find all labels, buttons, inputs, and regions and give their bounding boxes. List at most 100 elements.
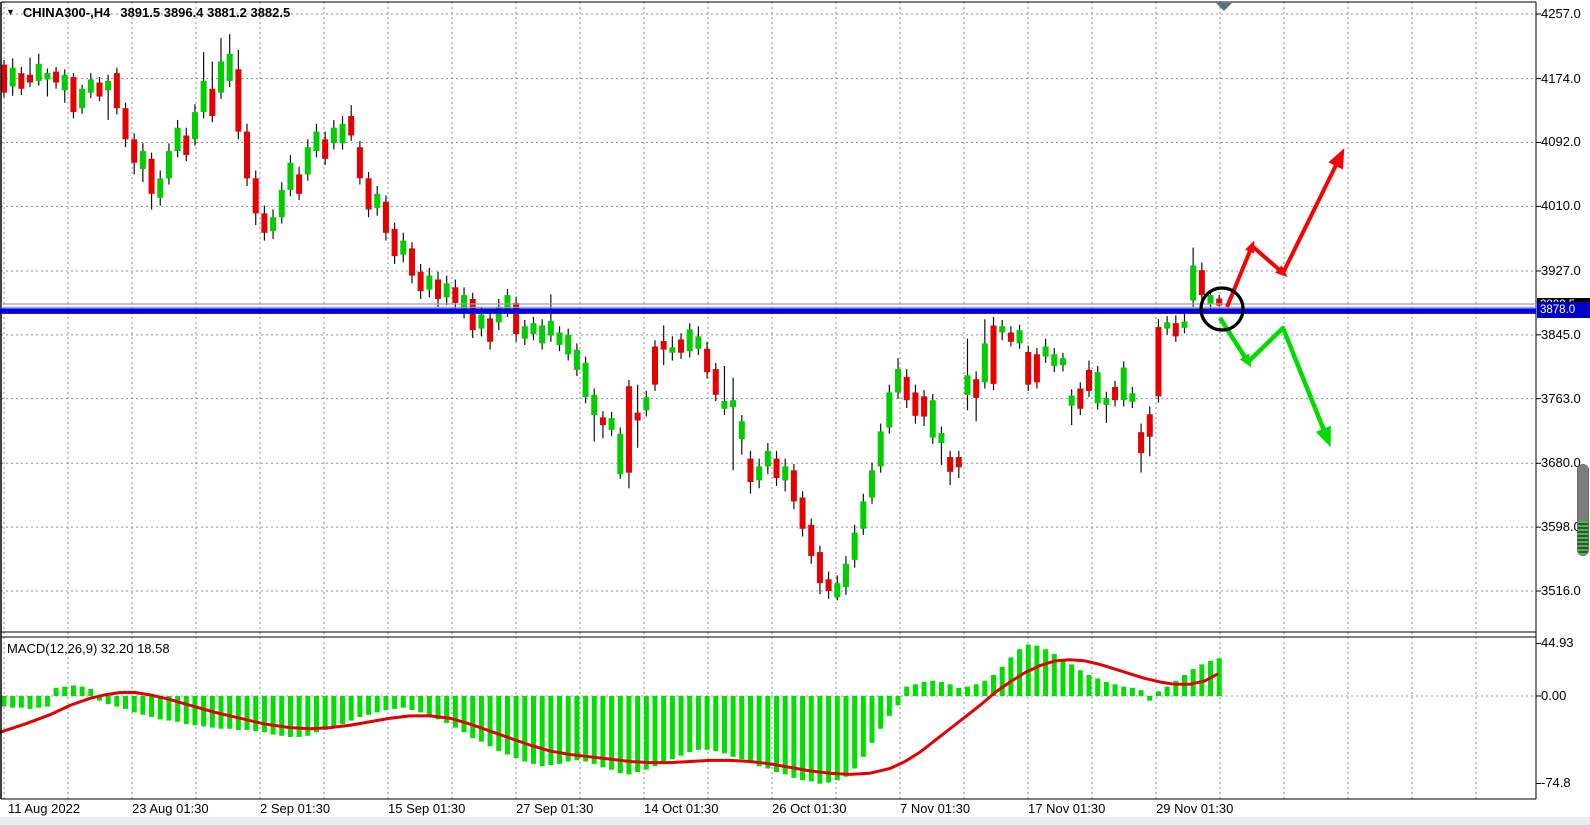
macd-histogram-bar bbox=[479, 696, 484, 742]
candle bbox=[921, 396, 927, 416]
macd-histogram-bar bbox=[375, 696, 380, 712]
macd-histogram-bar bbox=[114, 696, 119, 707]
candle bbox=[973, 379, 979, 398]
ohlc-values: 3891.5 3896.4 3881.2 3882.5 bbox=[120, 5, 290, 20]
candle bbox=[756, 466, 762, 480]
candle bbox=[279, 190, 285, 217]
candle bbox=[635, 413, 641, 421]
candle bbox=[730, 400, 736, 407]
candle bbox=[669, 347, 675, 352]
candle bbox=[287, 163, 293, 190]
macd-histogram-bar bbox=[470, 696, 475, 738]
candle bbox=[1, 65, 7, 93]
price-axis-label: 3516.0 bbox=[1541, 584, 1589, 598]
candle bbox=[209, 89, 215, 116]
macd-histogram-bar bbox=[340, 696, 345, 724]
macd-histogram-bar bbox=[1165, 687, 1170, 696]
macd-histogram-bar bbox=[323, 696, 328, 730]
macd-axis-label: 44.93 bbox=[1541, 636, 1589, 650]
candle bbox=[878, 431, 884, 466]
macd-histogram-bar bbox=[409, 696, 414, 710]
candle bbox=[583, 363, 589, 397]
time-axis-label: 15 Sep 01:30 bbox=[388, 801, 465, 816]
chart-canvas[interactable] bbox=[0, 0, 1590, 825]
macd-histogram-bar bbox=[922, 682, 927, 696]
macd-histogram-bar bbox=[739, 696, 744, 759]
macd-histogram-bar bbox=[462, 696, 467, 732]
candle bbox=[600, 417, 606, 425]
macd-histogram-bar bbox=[913, 684, 918, 696]
time-axis-label: 2 Sep 01:30 bbox=[260, 801, 330, 816]
candle bbox=[348, 116, 354, 135]
candle bbox=[70, 77, 76, 112]
chart-title: ▼CHINA300-,H43891.5 3896.4 3881.2 3882.5 bbox=[6, 5, 290, 20]
macd-histogram-bar bbox=[705, 696, 710, 750]
macd-histogram-bar bbox=[514, 696, 519, 758]
time-axis-label: 7 Nov 01:30 bbox=[900, 801, 970, 816]
macd-histogram-bar bbox=[661, 696, 666, 763]
candle bbox=[548, 321, 554, 336]
macd-histogram-bar bbox=[1087, 675, 1092, 696]
price-axis-label: 3845.0 bbox=[1541, 328, 1589, 342]
macd-histogram-bar bbox=[878, 696, 883, 729]
candle bbox=[227, 54, 233, 81]
candle bbox=[1086, 370, 1092, 391]
macd-histogram-bar bbox=[140, 696, 145, 715]
candle bbox=[149, 159, 155, 194]
candle bbox=[366, 178, 372, 209]
candle bbox=[1190, 266, 1196, 301]
candle bbox=[626, 386, 632, 472]
symbol-dropdown-icon[interactable]: ▼ bbox=[6, 7, 15, 17]
candle bbox=[452, 287, 458, 303]
candle bbox=[591, 395, 597, 415]
candle bbox=[157, 178, 163, 197]
macd-histogram-bar bbox=[870, 696, 875, 743]
candle bbox=[721, 401, 727, 409]
price-axis-label: 3763.0 bbox=[1541, 392, 1589, 406]
candle bbox=[930, 400, 936, 437]
candle bbox=[999, 326, 1005, 332]
scrollbar-grip[interactable] bbox=[1578, 465, 1588, 521]
macd-histogram-bar bbox=[843, 696, 848, 777]
candle bbox=[617, 434, 623, 474]
candle bbox=[982, 343, 988, 382]
candle bbox=[435, 280, 441, 299]
candle bbox=[1199, 270, 1205, 295]
macd-histogram-bar bbox=[236, 696, 241, 730]
candle bbox=[843, 564, 849, 587]
candle bbox=[704, 349, 710, 372]
macd-axis-label: -74.8 bbox=[1541, 776, 1589, 790]
candle bbox=[1129, 393, 1135, 402]
macd-histogram-bar bbox=[531, 696, 536, 764]
candle bbox=[747, 459, 753, 482]
candle bbox=[96, 83, 102, 97]
macd-histogram-bar bbox=[401, 696, 406, 708]
macd-histogram-bar bbox=[861, 696, 866, 757]
scrollbar-thumb[interactable] bbox=[1577, 464, 1589, 556]
macd-histogram-bar bbox=[1121, 687, 1126, 696]
candle bbox=[253, 178, 259, 213]
candle bbox=[192, 112, 198, 139]
macd-histogram-bar bbox=[653, 696, 658, 766]
macd-histogram-bar bbox=[418, 696, 423, 712]
candle bbox=[834, 583, 840, 597]
candle bbox=[296, 174, 302, 193]
candle bbox=[687, 329, 693, 351]
window-bottom-strip bbox=[0, 817, 1590, 825]
candle bbox=[522, 326, 528, 338]
candle bbox=[383, 202, 389, 233]
time-axis-label: 26 Oct 01:30 bbox=[772, 801, 846, 816]
candle bbox=[175, 128, 181, 151]
candle bbox=[661, 341, 667, 350]
candle bbox=[808, 525, 814, 556]
macd-histogram-bar bbox=[774, 696, 779, 772]
candle bbox=[782, 466, 788, 480]
macd-histogram-bar bbox=[192, 696, 197, 725]
candle bbox=[1034, 354, 1040, 382]
macd-histogram-bar bbox=[574, 696, 579, 760]
candle bbox=[530, 323, 536, 334]
macd-histogram-bar bbox=[644, 696, 649, 770]
macd-histogram-bar bbox=[826, 696, 831, 783]
candle bbox=[904, 377, 910, 400]
candle bbox=[800, 498, 806, 529]
